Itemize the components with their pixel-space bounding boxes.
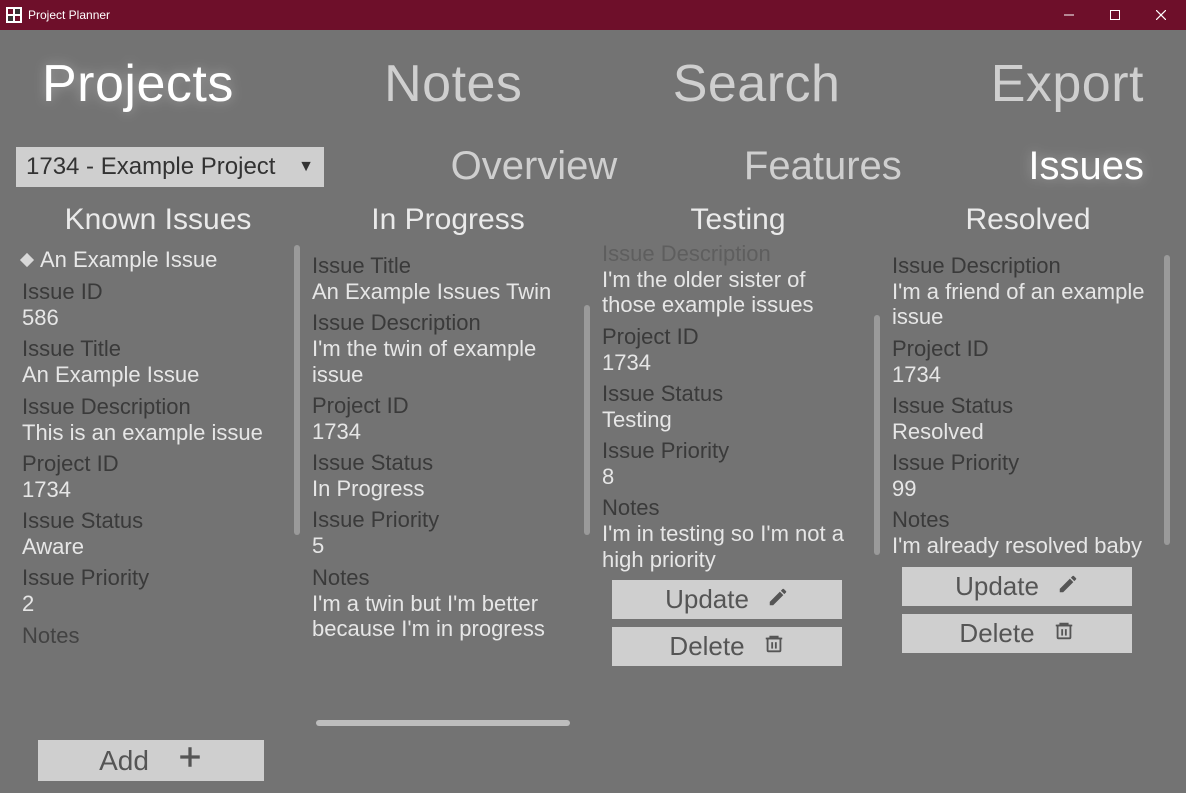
column-testing: Testing Issue Description I'm the older … — [596, 197, 880, 720]
column-title: In Progress — [306, 197, 590, 245]
update-button[interactable]: Update — [612, 580, 842, 619]
scrollbar-horizontal[interactable] — [316, 720, 570, 726]
issue-card: An Example Issue Issue ID 586 Issue Titl… — [16, 245, 290, 720]
project-select-value: 1734 - Example Project — [26, 153, 275, 181]
column-title: Known Issues — [16, 197, 300, 245]
column-resolved: Resolved Issue Description I'm a friend … — [886, 197, 1170, 720]
issue-card: Issue Description I'm the older sister o… — [596, 233, 870, 720]
pencil-icon — [1057, 571, 1079, 602]
minimize-button[interactable] — [1046, 0, 1092, 30]
sub-nav: 1734 - Example Project ▼ Overview Featur… — [12, 122, 1174, 193]
trash-icon — [763, 631, 785, 662]
delete-button[interactable]: Delete — [612, 627, 842, 666]
close-button[interactable] — [1138, 0, 1184, 30]
scrollbar[interactable] — [584, 305, 590, 535]
trash-icon — [1053, 618, 1075, 649]
maximize-button[interactable] — [1092, 0, 1138, 30]
column-in-progress: In Progress Issue Title An Example Issue… — [306, 197, 590, 720]
titlebar: Project Planner — [0, 0, 1186, 30]
issue-bullet[interactable]: An Example Issue — [22, 247, 284, 273]
column-title: Resolved — [886, 197, 1170, 245]
chevron-down-icon: ▼ — [298, 158, 314, 176]
issues-board: Known Issues An Example Issue Issue ID 5… — [12, 193, 1174, 720]
delete-button[interactable]: Delete — [902, 614, 1132, 653]
project-select[interactable]: 1734 - Example Project ▼ — [16, 147, 324, 187]
issue-card: Issue Title An Example Issues Twin Issue… — [306, 245, 580, 720]
scrollbar[interactable] — [874, 315, 880, 555]
nav-search[interactable]: Search — [673, 54, 841, 114]
diamond-icon — [20, 253, 34, 267]
nav-projects[interactable]: Projects — [42, 54, 234, 114]
plus-icon — [177, 744, 203, 777]
tab-overview[interactable]: Overview — [451, 144, 618, 189]
column-known-issues: Known Issues An Example Issue Issue ID 5… — [16, 197, 300, 720]
nav-notes[interactable]: Notes — [384, 54, 522, 114]
scrollbar[interactable] — [1164, 255, 1170, 545]
app-icon — [6, 7, 22, 23]
tab-issues[interactable]: Issues — [1028, 144, 1144, 189]
window-title: Project Planner — [28, 8, 110, 22]
update-button[interactable]: Update — [902, 567, 1132, 606]
add-button[interactable]: Add — [38, 740, 264, 781]
top-nav: Projects Notes Search Export — [12, 40, 1174, 122]
nav-export[interactable]: Export — [991, 54, 1144, 114]
add-bar: Add — [12, 720, 1174, 781]
pencil-icon — [767, 584, 789, 615]
scrollbar[interactable] — [294, 245, 300, 535]
tab-features[interactable]: Features — [744, 144, 902, 189]
issue-card: Issue Description I'm a friend of an exa… — [886, 245, 1160, 720]
